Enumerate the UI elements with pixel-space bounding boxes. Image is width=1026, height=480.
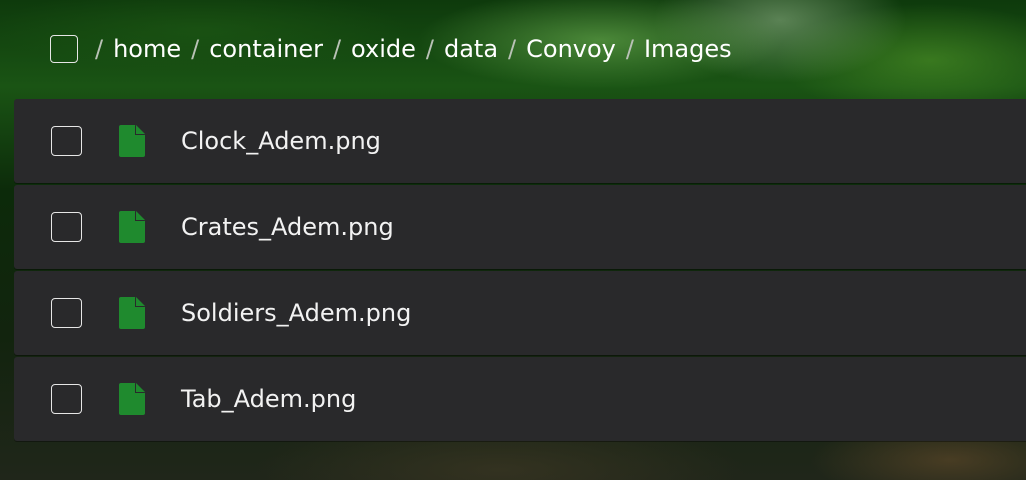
row-checkbox[interactable] xyxy=(51,298,82,328)
file-icon xyxy=(119,383,145,415)
row-checkbox[interactable] xyxy=(51,126,82,156)
breadcrumb-separator: / xyxy=(508,35,517,63)
file-icon xyxy=(119,297,145,329)
breadcrumb-separator: / xyxy=(425,35,434,63)
row-checkbox[interactable] xyxy=(51,384,82,414)
breadcrumb-item-container[interactable]: container xyxy=(209,35,323,63)
file-name: Crates_Adem.png xyxy=(181,213,394,241)
file-row[interactable]: Clock_Adem.png xyxy=(14,99,1026,183)
file-list: Clock_Adem.png Crates_Adem.png Soldiers_… xyxy=(14,99,1026,443)
file-name: Soldiers_Adem.png xyxy=(181,299,412,327)
file-row[interactable]: Soldiers_Adem.png xyxy=(14,271,1026,355)
breadcrumb-item-home[interactable]: home xyxy=(113,35,181,63)
breadcrumb: / home / container / oxide / data / Conv… xyxy=(50,33,732,65)
breadcrumb-item-images[interactable]: Images xyxy=(644,35,732,63)
breadcrumb-item-oxide[interactable]: oxide xyxy=(351,35,416,63)
breadcrumb-separator: / xyxy=(332,35,342,63)
breadcrumb-separator: / xyxy=(191,35,200,63)
file-icon xyxy=(119,211,145,243)
breadcrumb-item-data[interactable]: data xyxy=(444,35,498,63)
breadcrumb-item-convoy[interactable]: Convoy xyxy=(526,35,616,63)
breadcrumb-separator: / xyxy=(625,35,634,63)
file-icon xyxy=(119,125,145,157)
file-name: Clock_Adem.png xyxy=(181,127,381,155)
file-name: Tab_Adem.png xyxy=(181,385,357,413)
file-row[interactable]: Tab_Adem.png xyxy=(14,357,1026,441)
row-checkbox[interactable] xyxy=(51,212,82,242)
breadcrumb-separator: / xyxy=(95,35,104,63)
select-all-checkbox[interactable] xyxy=(50,35,78,63)
file-row[interactable]: Crates_Adem.png xyxy=(14,185,1026,269)
